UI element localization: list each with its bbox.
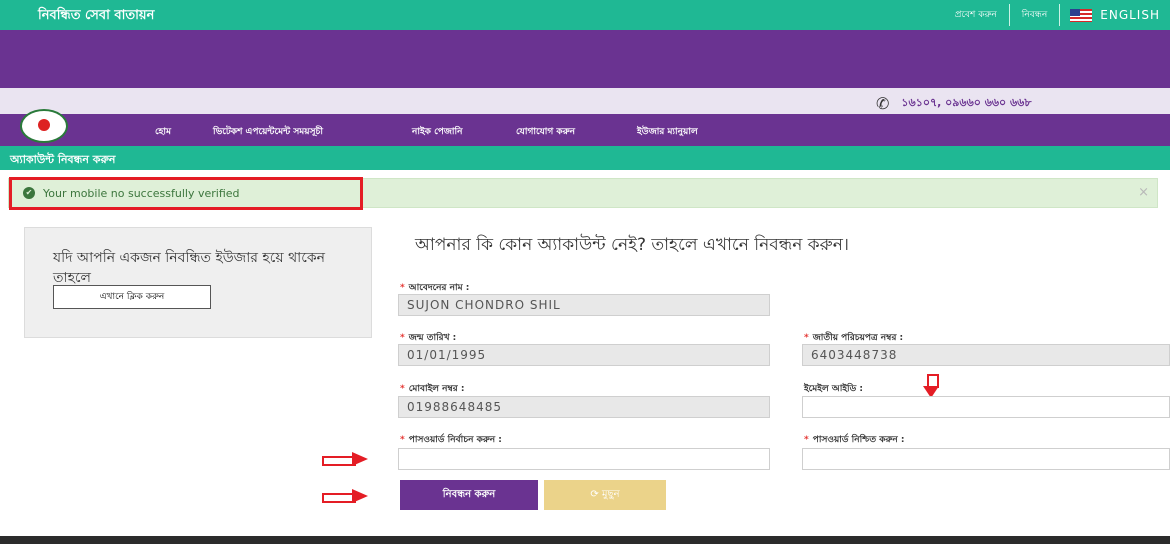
us-flag-icon [1070,8,1093,22]
phone-bar: ✆ ১৬১০৭, ০৯৬৬০ ৬৬০ ৬৬৮ [0,88,1170,114]
dob-field[interactable]: 01/01/1995 [398,344,770,366]
nav-item-manual[interactable]: ইউজার ম্যানুয়াল [637,124,698,139]
phone-icon: ✆ [876,94,890,113]
form-heading: আপনার কি কোন অ্যাকাউন্ট নেই? তাহলে এখানে… [415,235,849,255]
annotation-arrow-right [322,489,368,503]
top-bar: নিবন্ধিত সেবা বাতায়ন প্রবেশ করুন নিবন্ধ… [0,0,1170,30]
nav-item-gallery[interactable]: নাইক পেজানি [412,124,462,139]
hotline-numbers: ১৬১০৭, ০৯৬৬০ ৬৬০ ৬৬৮ [901,96,1032,109]
site-name: নিবন্ধিত সেবা বাতায়ন [38,8,155,23]
confirm-password-label: * পাসওয়ার্ড নিশ্চিত করুন : [804,435,905,445]
nav-item-schedule[interactable]: ভিটেকশ এপয়েন্টমেন্ট সময়সূচী [213,124,323,139]
annotation-arrow-right [322,452,368,466]
click-here-button[interactable]: এখানে ক্লিক করুন [53,285,211,309]
login-prompt-text: যদি আপনি একজন নিবন্ধিত ইউজার হয়ে থাকেন … [53,250,326,286]
page-title: অ্যাকাউন্ট নিবন্ধন করুন [10,153,116,166]
name-field[interactable]: SUJON CHONDRO SHIL [398,294,770,316]
password-label: * পাসওয়ার্ড নির্বাচন করুন : [400,435,502,445]
top-links: প্রবেশ করুন নিবন্ধন ENGLISH [943,0,1170,30]
nid-field[interactable]: 6403448738 [802,344,1170,366]
language-label: ENGLISH [1100,8,1160,22]
language-switch[interactable]: ENGLISH [1060,8,1170,22]
header-banner [0,30,1170,88]
main-nav: হোম ভিটেকশ এপয়েন্টমেন্ট সময়সূচী নাইক প… [0,109,1170,146]
logo[interactable] [20,109,68,143]
annotation-arrow-down [923,374,939,398]
nav-item-home[interactable]: হোম [155,124,171,139]
email-field[interactable] [802,396,1170,418]
nid-label: * জাতীয় পরিচয়পত্র নম্বর : [804,333,904,343]
password-field[interactable] [398,448,770,470]
mobile-label: * মোবাইল নম্বর : [400,384,465,394]
page-title-bar: অ্যাকাউন্ট নিবন্ধন করুন [0,146,1170,170]
register-link[interactable]: নিবন্ধন [1010,4,1061,26]
close-icon[interactable]: × [1138,185,1149,200]
confirm-password-field[interactable] [802,448,1170,470]
login-link[interactable]: প্রবেশ করুন [943,4,1010,26]
nav-item-contact[interactable]: যোগাযোগ করুন [516,124,575,139]
email-label: ইমেইল আইডি : [804,384,863,394]
register-button[interactable]: নিবন্ধন করুন [400,480,538,510]
hotline: ✆ ১৬১০৭, ০৯৬৬০ ৬৬০ ৬৬৮ [876,94,1031,113]
footer-bar [0,536,1170,544]
refresh-icon: ⟳ [590,489,602,500]
reset-button[interactable]: ⟳ মুছুন [544,480,666,510]
mobile-field[interactable]: 01988648485 [398,396,770,418]
login-prompt-box: যদি আপনি একজন নিবন্ধিত ইউজার হয়ে থাকেন … [24,227,372,338]
name-label: * আবেদনের নাম : [400,283,470,293]
dob-label: * জন্ম তারিখ : [400,333,457,343]
highlight-box [9,177,363,210]
